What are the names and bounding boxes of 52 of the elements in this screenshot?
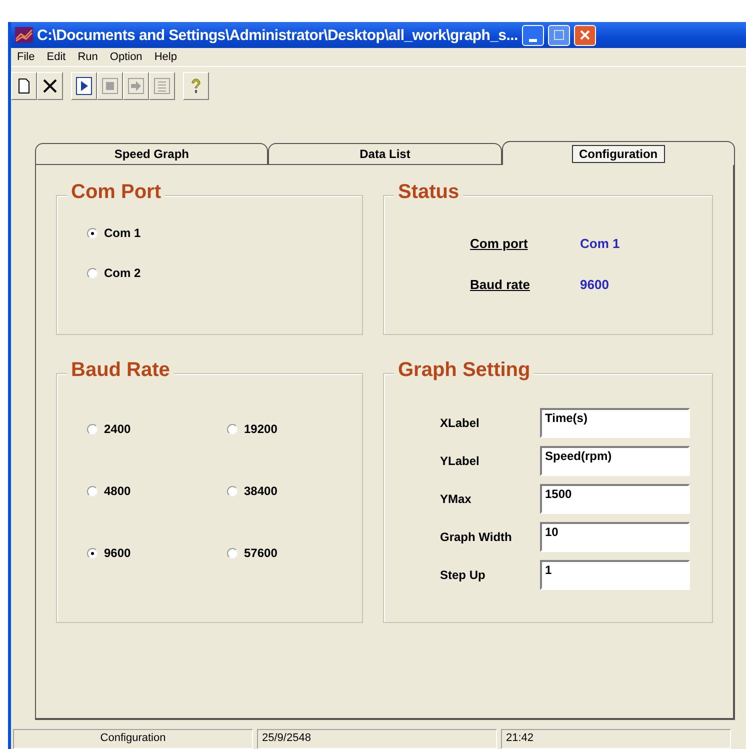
radio-button[interactable]: 38400 (227, 484, 367, 498)
field-label: YLabel (440, 454, 480, 468)
close-icon (580, 30, 590, 40)
arrow-icon (128, 78, 144, 94)
help-icon (190, 77, 202, 95)
window-title: C:\Documents and Settings\Administrator\Desktop\all_work\graph_s... (37, 26, 518, 44)
minimize-button[interactable] (522, 24, 544, 46)
maximize-button[interactable] (548, 24, 570, 46)
status-value: Com 1 (580, 236, 621, 251)
menu-item[interactable]: Option (110, 51, 142, 63)
menu-item[interactable]: Run (78, 51, 98, 63)
document-icon (18, 78, 30, 94)
field-label: Step Up (440, 568, 486, 582)
minimize-icon (528, 38, 537, 42)
radio-button[interactable]: 9600 (87, 546, 227, 560)
toolbar-button[interactable] (37, 72, 63, 100)
list-icon (154, 78, 170, 94)
tab[interactable]: Data List (268, 143, 502, 165)
close-icon (43, 79, 57, 93)
input-field[interactable]: Time(s) (540, 408, 690, 438)
field-label: YMax (440, 492, 472, 506)
toolbar-button[interactable] (11, 72, 37, 100)
radio-button[interactable]: 2400 (87, 422, 227, 436)
tab[interactable]: Configuration (502, 141, 735, 165)
radio-button[interactable]: 4800 (87, 484, 227, 498)
close-button[interactable] (574, 24, 596, 46)
status-bar-cell: 25/9/2548 (257, 729, 497, 749)
menu-item[interactable]: Edit (46, 51, 66, 63)
radio-button[interactable]: Com 2 (87, 266, 346, 280)
status-label: Baud rate (470, 277, 531, 292)
maximize-icon (554, 30, 564, 40)
chart-icon (15, 27, 33, 43)
group-title: Graph Setting (394, 359, 534, 382)
input-field[interactable]: 10 (540, 522, 690, 552)
input-field[interactable]: Speed(rpm) (540, 446, 690, 476)
tab[interactable]: Speed Graph (35, 143, 268, 165)
toolbar-button[interactable] (71, 72, 97, 100)
status-bar-cell: 21:42 (501, 729, 731, 749)
radio-button[interactable]: Com 1 (87, 226, 346, 240)
menu-item[interactable]: File (17, 51, 35, 63)
play-icon (76, 77, 92, 95)
field-label: Graph Width (440, 530, 513, 544)
menu-item[interactable]: Help (154, 51, 177, 63)
radio-button[interactable]: 19200 (227, 422, 367, 436)
status-bar-cell: Configuration (13, 729, 253, 749)
stop-icon (102, 78, 118, 94)
input-field[interactable]: 1500 (540, 484, 690, 514)
input-field[interactable]: 1 (540, 560, 690, 590)
status-value: 9600 (580, 277, 610, 292)
field-label: XLabel (440, 416, 480, 430)
radio-button[interactable]: 57600 (227, 546, 367, 560)
status-label: Com port (470, 236, 529, 251)
